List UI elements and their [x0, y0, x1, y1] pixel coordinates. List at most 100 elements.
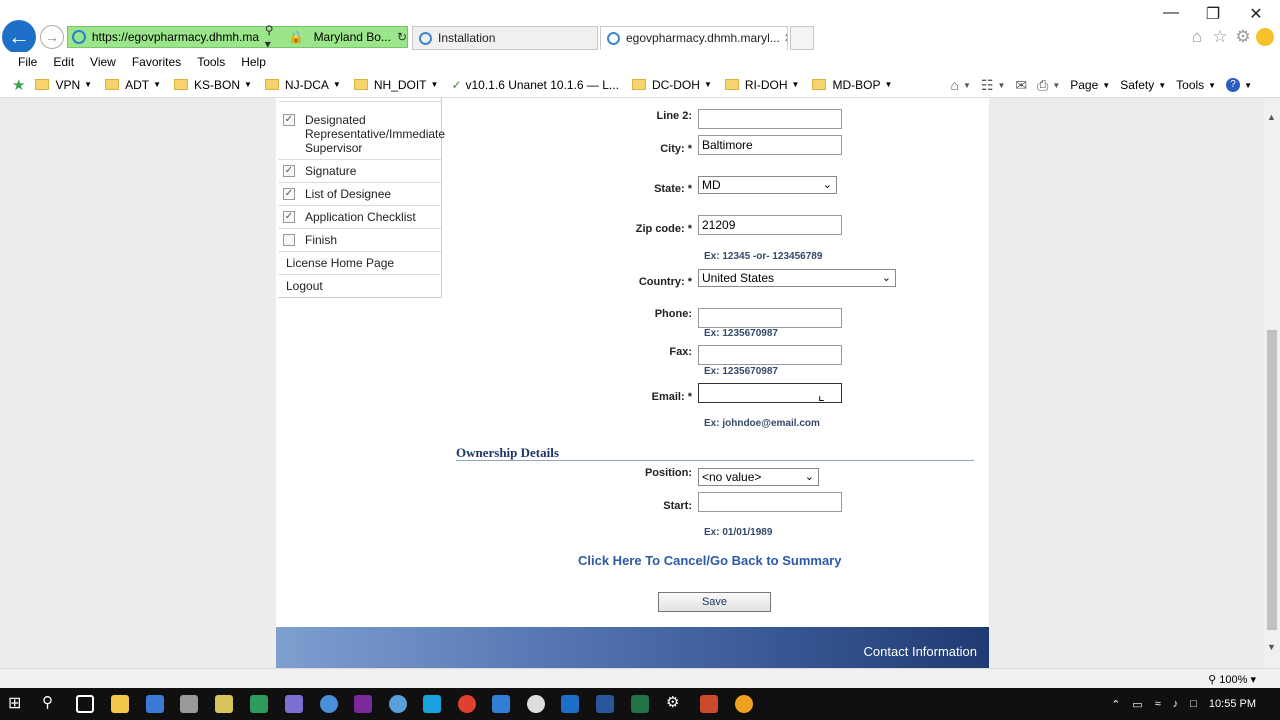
fav-dc-doh[interactable]: DC-DOH ▼: [631, 78, 712, 92]
notepad-icon[interactable]: [215, 695, 233, 713]
address-bar[interactable]: https://egovpharmacy.dhmh.ma... ⚲ ▾ 🔒 Ma…: [67, 23, 408, 51]
sidebar-item-application-checklist[interactable]: ✓ Application Checklist: [278, 206, 441, 229]
fav-ks-bon[interactable]: KS-BON ▼: [173, 78, 252, 92]
menu-file[interactable]: File: [18, 55, 37, 69]
back-button[interactable]: ←: [2, 20, 36, 54]
menu-view[interactable]: View: [90, 55, 116, 69]
country-select[interactable]: United States ⌄: [698, 269, 896, 287]
word-icon[interactable]: [596, 695, 614, 713]
volume-icon[interactable]: ♪: [1173, 698, 1179, 710]
fav-ri-doh[interactable]: RI-DOH ▼: [724, 78, 799, 92]
menu-edit[interactable]: Edit: [53, 55, 74, 69]
snipping-tool-icon[interactable]: [180, 695, 198, 713]
favorites-star-icon[interactable]: ☆: [1210, 27, 1230, 47]
restore-icon[interactable]: ❐: [1198, 4, 1228, 24]
app-icon[interactable]: [735, 695, 753, 713]
sidebar-item-list-of-designee[interactable]: ✓ List of Designee: [278, 183, 441, 206]
sidebar-item-designated-representative[interactable]: ✓ Designated Representative/Immediate Su…: [278, 102, 445, 160]
app-icon[interactable]: [527, 695, 545, 713]
phone-input[interactable]: [698, 308, 842, 328]
outlook-icon[interactable]: [561, 695, 579, 713]
fav-nh-doit[interactable]: NH_DOIT ▼: [353, 78, 438, 92]
close-tab-icon[interactable]: ✕: [784, 31, 787, 45]
home-icon[interactable]: ⌂: [1187, 27, 1207, 47]
chevron-down-icon: ▼: [1158, 80, 1167, 90]
chrome-icon[interactable]: [458, 695, 476, 713]
globe-icon[interactable]: [320, 695, 338, 713]
battery-icon[interactable]: ▭: [1132, 698, 1142, 711]
menu-tools[interactable]: Tools: [197, 55, 225, 69]
fav-adt[interactable]: ADT ▼: [105, 78, 161, 92]
action-center-icon[interactable]: □: [1190, 698, 1197, 710]
task-view-icon[interactable]: [76, 695, 94, 713]
sidebar-item-label: Signature: [305, 164, 357, 178]
scroll-up-icon[interactable]: ▲: [1267, 112, 1276, 122]
fav-md-bop[interactable]: MD-BOP ▼: [812, 78, 892, 92]
powerpoint-icon[interactable]: [700, 695, 718, 713]
tools-menu[interactable]: Tools ▼: [1176, 78, 1216, 92]
feeds-icon[interactable]: ☷ ▼: [981, 77, 1005, 94]
skype-icon[interactable]: [423, 695, 441, 713]
sidebar-item-signature[interactable]: ✓ Signature: [278, 160, 441, 183]
app-icon[interactable]: [389, 695, 407, 713]
lock-icon[interactable]: 🔒: [289, 30, 304, 44]
line2-input[interactable]: [698, 109, 842, 129]
tab-installation[interactable]: Installation: [412, 26, 598, 50]
new-tab-button[interactable]: [790, 26, 814, 50]
onenote-icon[interactable]: [354, 695, 372, 713]
app-icon[interactable]: [285, 695, 303, 713]
zoom-control[interactable]: ⚲ 100% ▾: [1208, 673, 1256, 686]
close-icon[interactable]: ✕: [1241, 4, 1271, 24]
forward-button[interactable]: →: [40, 25, 64, 49]
scrollbar-thumb[interactable]: [1267, 330, 1277, 630]
mail-icon[interactable]: ✉: [1015, 77, 1027, 94]
fav-nj-dca[interactable]: NJ-DCA ▼: [264, 78, 341, 92]
print-icon[interactable]: ⎙ ▼: [1037, 77, 1060, 94]
page-menu[interactable]: Page ▼: [1070, 78, 1110, 92]
file-explorer-icon[interactable]: [111, 695, 129, 713]
address-url[interactable]: https://egovpharmacy.dhmh.ma...: [92, 30, 259, 44]
scroll-down-icon[interactable]: ▼: [1267, 642, 1276, 652]
minimize-icon[interactable]: —: [1156, 4, 1186, 22]
state-select[interactable]: MD ⌄: [698, 176, 837, 194]
menu-favorites[interactable]: Favorites: [132, 55, 181, 69]
license-home-link[interactable]: License Home Page: [278, 252, 441, 275]
start-input[interactable]: [698, 492, 842, 512]
logout-link[interactable]: Logout: [278, 275, 441, 297]
save-button[interactable]: Save: [658, 592, 771, 612]
app-icon[interactable]: [250, 695, 268, 713]
fav-unanet[interactable]: ✓ v10.1.6 Unanet 10.1.6 — L...: [451, 78, 619, 92]
vertical-scrollbar[interactable]: ▲ ▼: [1264, 98, 1280, 668]
internet-explorer-icon[interactable]: [492, 695, 510, 713]
fav-label: v10.1.6 Unanet 10.1.6 — L...: [465, 77, 619, 92]
safety-menu[interactable]: Safety ▼: [1120, 78, 1166, 92]
menu-help[interactable]: Help: [241, 55, 266, 69]
feedback-smiley-icon[interactable]: [1256, 28, 1274, 46]
fax-input[interactable]: [698, 345, 842, 365]
cancel-go-back-link[interactable]: Click Here To Cancel/Go Back to Summary: [578, 553, 841, 568]
zip-input[interactable]: 21209: [698, 215, 842, 235]
search-icon[interactable]: ⚲ ▾: [265, 23, 283, 51]
search-icon[interactable]: ⚲: [42, 693, 60, 711]
help-menu[interactable]: ? ▼: [1226, 78, 1252, 92]
chevron-up-icon[interactable]: ⌃: [1111, 698, 1120, 711]
fav-vpn[interactable]: VPN ▼: [35, 78, 92, 92]
home-icon[interactable]: ⌂ ▼: [951, 77, 971, 93]
clock[interactable]: 10:55 PM: [1209, 698, 1256, 710]
windows-start-icon[interactable]: ⊞: [8, 693, 26, 712]
wifi-icon[interactable]: ≈: [1155, 698, 1161, 710]
store-icon[interactable]: [146, 695, 164, 713]
folder-icon: [173, 79, 188, 90]
settings-gear-icon[interactable]: ⚙: [666, 693, 684, 711]
gear-icon[interactable]: ⚙: [1233, 27, 1253, 47]
refresh-icon[interactable]: ↻: [397, 30, 407, 44]
city-input[interactable]: Baltimore: [698, 135, 842, 155]
contact-information-link[interactable]: Contact Information: [864, 644, 977, 659]
sidebar-item-label: Finish: [305, 233, 338, 247]
excel-icon[interactable]: [631, 695, 649, 713]
position-select[interactable]: <no value> ⌄: [698, 468, 819, 486]
add-favorite-icon[interactable]: ★: [12, 76, 25, 94]
site-identity[interactable]: Maryland Bo...: [314, 30, 391, 44]
sidebar-item-finish[interactable]: Finish: [278, 229, 441, 252]
tab-egovpharmacy[interactable]: egovpharmacy.dhmh.maryl... ✕: [600, 26, 788, 50]
